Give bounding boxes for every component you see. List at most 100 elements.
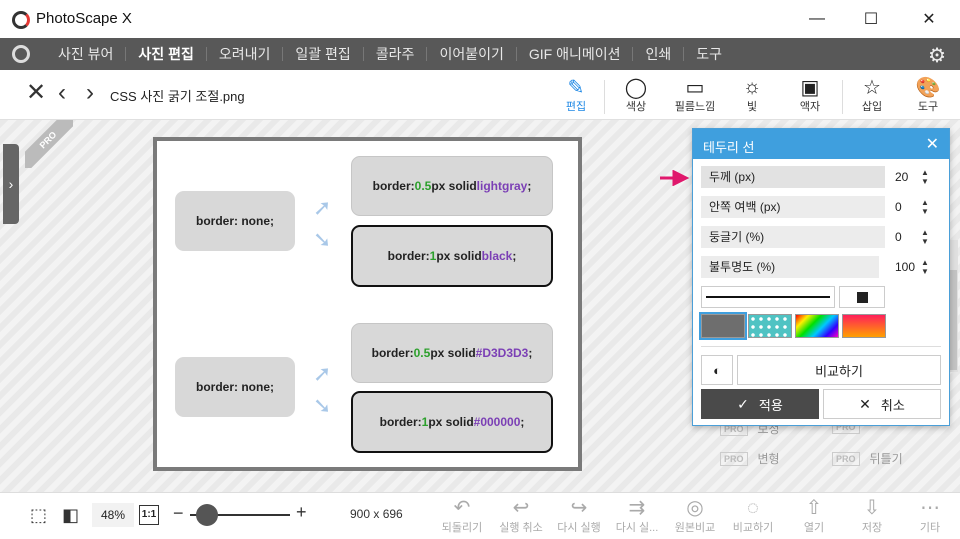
compare-toggle-button[interactable]: ◐ [701,355,733,385]
thickness-spinner[interactable]: ▲ ▼ [919,168,931,186]
menu-collage[interactable]: 콜라주 [364,47,428,61]
scrollbar-thumb[interactable] [949,270,957,370]
zoom-slider-knob[interactable] [196,504,218,526]
text: #000000 [473,415,521,429]
text: 1 [421,415,429,429]
swatch-gradient[interactable] [842,314,886,338]
close-icon[interactable]: ✕ [26,80,46,106]
redo-button[interactable]: ↪ 다시 실행 [551,495,607,535]
chevron-right-icon[interactable]: › [86,80,94,106]
compare-bottom-label: 비교하기 [732,522,774,534]
tool-frame[interactable]: ▣ 액자 [782,74,838,118]
dialog-header: 테두리 선 ✕ [693,129,949,159]
toolbar-divider [842,80,843,114]
home-logo-icon[interactable] [12,45,30,63]
tool-film[interactable]: ▭ 필름느낌 [667,74,723,118]
app-title: PhotoScape X [36,10,132,27]
close-window-button[interactable]: ✕ [906,0,952,38]
close-icon: ✕ [859,395,871,412]
zoom-in-icon[interactable]: + [296,502,307,523]
compare-button[interactable]: 비교하기 [737,355,941,385]
menu-print[interactable]: 인쇄 [633,47,685,61]
redo-label: 다시 실행 [557,522,601,534]
compare-original-label: 원본비교 [674,522,716,534]
panel-item-transform[interactable]: PRO 변형 [720,450,780,467]
roundness-spinner[interactable]: ▲ ▼ [919,228,931,246]
menu-gif-animation[interactable]: GIF 애니메이션 [517,47,634,61]
tool-tools[interactable]: 🎨 도구 [900,74,956,118]
menu-photo-viewer[interactable]: 사진 뷰어 [46,47,127,61]
actual-size-button[interactable]: 1:1 [139,505,159,525]
color-icon: ◯ [624,76,648,99]
undo-button[interactable]: ↩ 실행 취소 [493,495,549,535]
menu-tools[interactable]: 도구 [684,47,734,61]
maximize-button[interactable]: ☐ [848,0,894,38]
zoom-level[interactable]: 48% [92,503,134,527]
light-icon: ☼ [742,75,762,98]
opacity-slider[interactable]: 불투명도 (%) [701,256,879,278]
save-button[interactable]: ⇩ 저장 [844,495,900,535]
grid-select-icon[interactable]: ⬚ [30,505,47,526]
panel-item-label: 변형 [757,452,780,466]
swatch-dots[interactable] [748,314,792,338]
swatch-solid-gray[interactable] [699,312,747,340]
menu-cut-out[interactable]: 오려내기 [207,47,284,61]
arrow-down-right-icon: ➘ [313,227,332,252]
dialog-divider [701,346,941,347]
swatch-rainbow[interactable] [795,314,839,338]
open-label: 열기 [803,522,825,534]
compare-original-button[interactable]: ◎ 원본비교 [667,495,723,535]
minimize-button[interactable]: — [794,0,840,38]
photo-canvas[interactable]: border: none; ➚ ➘ border: 0.5 px solid li… [153,137,582,471]
opacity-spinner[interactable]: ▲ ▼ [919,258,931,276]
redo-all-button[interactable]: ⇉ 다시 실... [609,495,665,535]
edit-icon: ✎ [567,76,585,99]
more-button[interactable]: ⋯ 기타 [902,495,958,535]
menu-batch-edit[interactable]: 일괄 편집 [283,47,364,61]
cancel-button[interactable]: ✕ 취소 [823,389,941,419]
open-button[interactable]: ⇧ 열기 [786,495,842,535]
gear-icon[interactable]: ⚙ [928,43,946,68]
save-icon: ⇩ [863,497,881,519]
split-view-icon[interactable]: ◧ [62,505,79,526]
panel-item-warp[interactable]: PRO 뒤틀기 [832,450,903,467]
tool-light[interactable]: ☼ 빛 [724,74,780,118]
file-name: CSS 사진 굵기 조절.png [110,89,245,104]
text: 0.5 [414,179,432,193]
expand-panel-tab[interactable]: › [3,144,19,224]
text: border: [371,346,414,360]
text: #D3D3D3 [475,346,529,360]
box-border-none-2: border: none; [175,357,295,417]
text: border: [372,179,415,193]
thickness-slider[interactable]: 두께 (px) [701,166,885,188]
arrow-up-right-icon: ➚ [313,195,332,220]
pro-version-badge: PRO [25,120,73,168]
box-border-none-1: border: none; [175,191,295,251]
check-icon: ✓ [737,395,749,412]
menu-combine[interactable]: 이어붙이기 [427,47,517,61]
close-icon[interactable]: ✕ [926,134,939,154]
film-icon: ▭ [685,76,705,99]
tool-edit[interactable]: ✎ 편집 [548,74,604,118]
box-border-d3d3d3: border: 0.5 px solid #D3D3D3; [351,323,553,383]
tool-insert[interactable]: ☆ 삽입 [844,74,900,118]
revert-button[interactable]: ↶ 되돌리기 [434,495,490,535]
padding-spinner[interactable]: ▲ ▼ [919,198,931,216]
menu-photo-editor[interactable]: 사진 편집 [126,47,207,61]
chevron-left-icon[interactable]: ‹ [58,80,66,106]
text: border: [387,249,430,263]
box-border-000000: border: 1 px solid #000000; [351,391,553,453]
border-line-dialog: 테두리 선 ✕ 두께 (px) 20 ▲ ▼ 안쪽 여백 (px) 0 ▲ ▼ 둥글… [692,128,950,426]
open-icon: ⇧ [805,497,823,519]
line-color-picker[interactable] [839,286,885,308]
apply-button[interactable]: ✓ 적용 [701,389,819,419]
padding-slider[interactable]: 안쪽 여백 (px) [701,196,885,218]
app-logo-icon [12,11,30,29]
insert-icon: ☆ [863,76,881,99]
roundness-slider[interactable]: 둥글기 (%) [701,226,885,248]
tool-color-label: 색상 [625,101,647,113]
tool-color[interactable]: ◯ 색상 [608,74,664,118]
zoom-out-icon[interactable]: − [173,503,184,524]
line-style-select[interactable] [701,286,835,308]
compare-bottom-button[interactable]: ◌ 비교하기 [725,495,781,535]
